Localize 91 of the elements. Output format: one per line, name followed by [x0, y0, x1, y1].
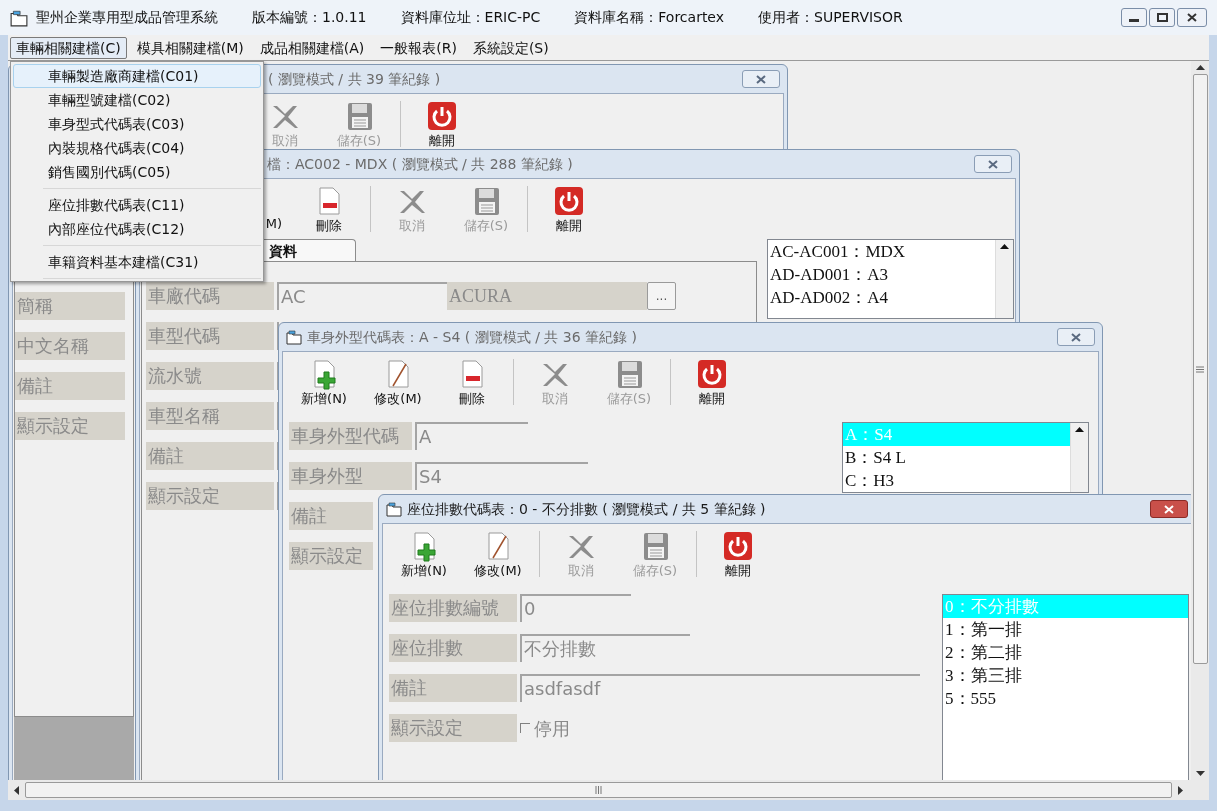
field-label: 座位排數 — [389, 634, 517, 662]
checkbox-label: 停用 — [534, 716, 570, 741]
grip-icon — [595, 786, 602, 794]
menu-item[interactable]: 內部座位代碼表(C12) — [13, 217, 261, 241]
field-label: 車身外型代碼 — [289, 422, 412, 450]
toolbar-button[interactable]: 新增(N) — [287, 354, 361, 410]
close-icon — [1071, 332, 1081, 342]
close-button[interactable] — [1057, 328, 1095, 346]
close-button[interactable] — [1177, 8, 1207, 27]
close-button[interactable] — [1150, 500, 1188, 518]
field-label: 備註 — [146, 442, 274, 470]
scroll-down-icon — [1195, 771, 1205, 776]
list-item[interactable]: C：H3 — [843, 469, 1070, 492]
minimize-button[interactable] — [1121, 8, 1147, 27]
field-label: 簡稱 — [15, 292, 125, 320]
user-text: 使用者：SUPERVISOR — [758, 8, 903, 27]
toolbar-button[interactable]: 修改(M) — [461, 526, 535, 582]
field-label: 備註 — [289, 502, 373, 530]
menu-item[interactable]: 銷售國別代碼(C05) — [13, 160, 261, 184]
browse-button[interactable]: ... — [647, 282, 676, 310]
list-item[interactable]: AC-AC001：MDX — [768, 240, 995, 263]
scrollbar-thumb[interactable] — [25, 782, 1172, 798]
list-item[interactable]: 5：555 — [943, 687, 1188, 710]
close-icon — [1187, 13, 1197, 22]
list-item[interactable]: B：S4 L — [843, 446, 1070, 469]
field-label: 座位排數編號 — [389, 594, 517, 622]
menu-item[interactable]: 座位排數代碼表(C11) — [13, 193, 261, 217]
field-label: 中文名稱 — [15, 332, 125, 360]
field-label: 顯示設定 — [15, 412, 125, 440]
menu-item[interactable]: 系統設定(S) — [466, 36, 555, 59]
menu-item[interactable]: 車籍資料基本建檔(C31) — [13, 250, 261, 274]
name-field: ACURA — [447, 282, 647, 310]
window-title: 座位排數代碼表：0 - 不分排數 ( 瀏覽模式 / 共 5 筆紀錄 ) — [407, 499, 766, 519]
toolbar-button[interactable]: 離開 — [532, 181, 606, 237]
menu-item[interactable]: 一般報表(R) — [374, 36, 463, 59]
scroll-left-icon — [14, 785, 19, 795]
toolbar-button[interactable]: 新增(N) — [387, 526, 461, 582]
window-title: 車身外型代碼表：A - S4 ( 瀏覽模式 / 共 36 筆紀錄 ) — [307, 327, 637, 347]
close-button[interactable] — [742, 70, 780, 88]
field-label: 車身外型 — [289, 462, 412, 490]
power-icon — [426, 100, 458, 132]
scroll-right-icon — [1178, 785, 1183, 795]
toolbar-button[interactable]: 刪除 — [292, 181, 366, 237]
field-label: 備註 — [15, 372, 125, 400]
list-item[interactable]: 3：第三排 — [943, 664, 1188, 687]
checkbox[interactable] — [520, 723, 530, 733]
menu-item[interactable]: 車輛相關建檔(C) — [10, 36, 127, 59]
scrollbar-thumb[interactable] — [1192, 74, 1208, 664]
list-item[interactable]: AD-AD002：A4 — [768, 286, 995, 309]
field-label: 顯示設定 — [389, 714, 517, 742]
close-icon — [1164, 504, 1174, 514]
power-icon — [722, 530, 754, 562]
maximize-button[interactable] — [1149, 8, 1175, 27]
list-item[interactable]: 2：第二排 — [943, 641, 1188, 664]
field-label: 顯示設定 — [146, 482, 274, 510]
scroll-up-icon — [1000, 244, 1009, 249]
scroll-up-icon — [1195, 65, 1205, 70]
field-label: 車廠代碼 — [146, 282, 274, 310]
window-title: ( 瀏覽模式 / 共 39 筆紀錄 ) — [268, 69, 441, 89]
toolbar-button[interactable]: 修改(M) — [361, 354, 435, 410]
toolbar-label: M) — [265, 214, 282, 233]
app-icon — [10, 8, 28, 27]
folder-icon — [286, 329, 302, 345]
database-location-text: 資料庫位址：ERIC-PC — [400, 8, 541, 27]
minimize-icon — [1129, 19, 1139, 22]
menu-item[interactable]: 車輛製造廠商建檔(C01) — [13, 64, 261, 88]
database-name-text: 資料庫名稱：Forcartex — [574, 8, 725, 27]
list-item[interactable]: 1：第一排 — [943, 618, 1188, 641]
close-icon — [756, 74, 766, 84]
toolbar-button[interactable]: 離開 — [701, 526, 775, 582]
scroll-up-icon — [1075, 427, 1084, 432]
close-button[interactable] — [974, 155, 1012, 173]
list-item[interactable]: AD-AD001：A3 — [768, 263, 995, 286]
menu-item[interactable]: 成品相關建檔(A) — [253, 36, 371, 59]
field-label: 車型名稱 — [146, 402, 274, 430]
menu-item[interactable]: 模具相關建檔(M) — [130, 36, 250, 59]
grip-icon — [1196, 365, 1204, 373]
field-label: 備註 — [389, 674, 517, 702]
toolbar-button[interactable]: 刪除 — [435, 354, 509, 410]
maximize-icon — [1156, 13, 1168, 22]
version-text: 版本編號：1.0.11 — [252, 8, 367, 27]
field-label: 車型代碼 — [146, 322, 274, 350]
power-icon — [696, 358, 728, 390]
field-label: 流水號 — [146, 362, 274, 390]
field-label: 顯示設定 — [289, 542, 373, 570]
app-title: 聖州企業專用型成品管理系統 — [36, 8, 218, 27]
folder-icon — [386, 501, 402, 517]
window-title: 檔：AC002 - MDX ( 瀏覽模式 / 共 288 筆紀錄 ) — [267, 154, 573, 174]
close-icon — [988, 159, 998, 169]
power-icon — [553, 185, 585, 217]
toolbar-button[interactable]: 離開 — [675, 354, 749, 410]
